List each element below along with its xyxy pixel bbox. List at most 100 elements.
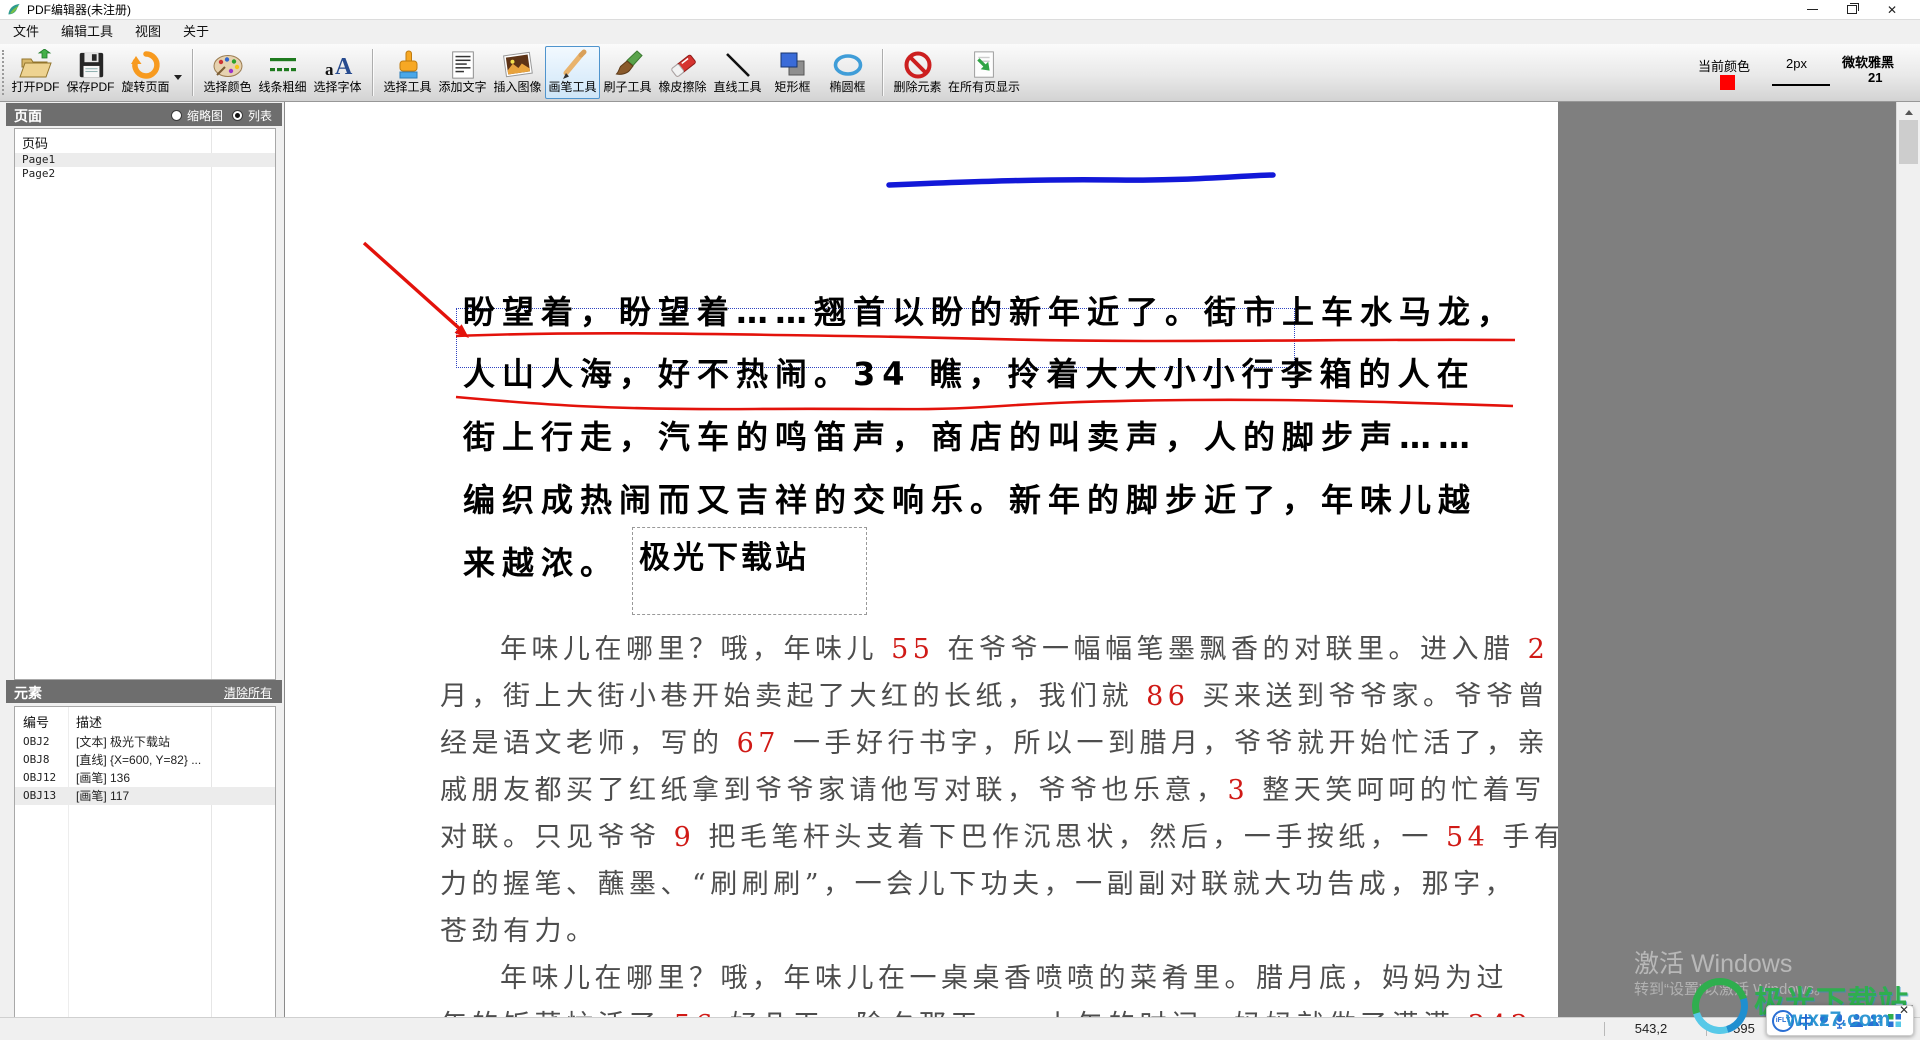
toolbar: 打开PDF保存PDF旋转页面选择颜色线条粗细aA选择字体选择工具添加文字插入图像… (0, 44, 1920, 102)
app-window: { "window": {"title": "PDF编辑器(未注册)"}, "m… (0, 0, 1920, 1040)
text-segment: 年味儿在哪里？哦，年味儿 (500, 634, 891, 665)
menu-item-2[interactable]: 视图 (124, 20, 172, 44)
blue-pen-stroke (889, 175, 1273, 185)
status-bar: 543,2 595 (0, 1017, 1920, 1040)
tool-insert-image[interactable]: 插入图像 (490, 46, 545, 99)
element-row[interactable]: OBJ12[画笔] 136 (15, 769, 275, 787)
element-id: OBJ2 (23, 733, 50, 751)
pages-list-divider (211, 129, 212, 679)
red-number: 67 (737, 728, 780, 759)
tool-line-tool[interactable]: 直线工具 (710, 46, 765, 99)
tool-choose-font[interactable]: aA选择字体 (310, 46, 365, 99)
toolbar-separator (192, 49, 193, 96)
elements-panel-header: 元素 清除所有 (6, 680, 282, 703)
tool-delete-element[interactable]: 删除元素 (890, 46, 945, 99)
element-row[interactable]: OBJ8[直线] {X=600, Y=82} ... (15, 751, 275, 769)
tool-rotate-page[interactable]: 旋转页面 (118, 46, 173, 99)
tool-eraser-tool[interactable]: 橡皮擦除 (655, 46, 710, 99)
element-description: [画笔] 117 (76, 787, 129, 805)
doc-serif-line: 苍劲有力。 (440, 909, 598, 948)
doc-serif-line: 经是语文老师，写的 67 一手好行书字，所以一到腊月，爷爷就开始忙活了，亲 (440, 721, 1549, 760)
tool-label: 选择颜色 (203, 81, 251, 94)
menu-bar: 文件编辑工具视图关于 (0, 20, 1920, 44)
line-width-preview (1772, 84, 1830, 86)
pages-view-radios: 缩略图 列表 (171, 107, 276, 124)
text-segment: 在爷爷一幅幅笔墨飘香的对联里。进入腊 (934, 634, 1527, 665)
elements-list: 编号 描述 OBJ2[文本] 极光下载站OBJ8[直线] {X=600, Y=8… (14, 706, 276, 1018)
menu-item-1[interactable]: 编辑工具 (50, 20, 124, 44)
tool-brush-tool[interactable]: 刷子工具 (600, 46, 655, 99)
doc-bold-line: 人山人海，好不热闹。34 瞧，拎着大大小小行李箱的人在 (463, 349, 1476, 395)
tool-label: 添加文字 (438, 81, 486, 94)
choose-color-icon (211, 48, 245, 81)
menu-item-3[interactable]: 关于 (172, 20, 220, 44)
clear-all-link[interactable]: 清除所有 (224, 684, 272, 701)
close-button[interactable]: ✕ (1872, 0, 1912, 19)
radio-thumbnail-view[interactable] (171, 110, 182, 121)
line-tool-icon (722, 48, 754, 81)
page-row[interactable]: Page1 (15, 153, 275, 167)
tool-rect-tool[interactable]: 矩形框 (765, 46, 820, 99)
window-title: PDF编辑器(未注册) (27, 1, 131, 18)
scroll-up-button[interactable] (1897, 102, 1920, 119)
toolbar-separator (372, 49, 373, 96)
text-segment: 力的握笔、蘸墨、“刷刷刷”，一会儿下功夫，一副副对联就大功告成，那字， (440, 869, 1516, 900)
tool-add-text[interactable]: 添加文字 (435, 46, 490, 99)
rotate-page-dropdown-arrow[interactable] (174, 75, 182, 84)
text-segment: 手有 (1489, 822, 1558, 853)
delete-element-icon (902, 48, 934, 81)
element-row[interactable]: OBJ13[画笔] 117 (15, 787, 275, 805)
pencil-tool-icon (557, 48, 589, 81)
menu-item-0[interactable]: 文件 (2, 20, 50, 44)
cursor-position: 543,2 (1618, 1021, 1684, 1036)
red-underline-2 (456, 397, 1513, 409)
open-pdf-icon (19, 48, 53, 81)
tool-save-pdf[interactable]: 保存PDF (63, 46, 118, 99)
watermark-close-icon[interactable]: ✕ (1899, 1003, 1909, 1017)
tool-label: 删除元素 (893, 81, 941, 94)
scrollbar-thumb[interactable] (1899, 120, 1918, 164)
tool-choose-color[interactable]: 选择颜色 (200, 46, 255, 99)
tool-label: 刷子工具 (603, 81, 651, 94)
elements-table-header: 编号 描述 (15, 712, 275, 730)
element-description: [直线] {X=600, Y=82} ... (76, 751, 201, 769)
doc-serif-line: 年味儿在哪里？哦，年味儿 55 在爷爷一幅幅笔墨飘香的对联里。进入腊 2 (500, 627, 1549, 666)
doc-bold-line: 来越浓。 (463, 538, 619, 584)
red-number: 86 (1146, 681, 1189, 712)
inserted-textbox[interactable]: 极光下载站 (632, 527, 867, 615)
arrow-up-icon (1905, 106, 1913, 115)
page-row[interactable]: Page2 (15, 167, 275, 181)
select-tool-icon (392, 48, 424, 81)
tool-line-width[interactable]: 线条粗细 (255, 46, 310, 99)
minimize-button[interactable] (1792, 0, 1832, 19)
tool-show-all-pages[interactable]: 在所有页显示 (945, 46, 1023, 99)
doc-serif-line: 力的握笔、蘸墨、“刷刷刷”，一会儿下功夫，一副副对联就大功告成，那字， (440, 862, 1516, 901)
ellipse-tool-icon (831, 48, 865, 81)
pages-rows: Page1Page2 (15, 153, 275, 181)
radio-label: 缩略图 (187, 107, 223, 124)
minimize-icon (1807, 9, 1818, 10)
toolbar-current-settings: 当前颜色 2px 微软雅黑 21 (1670, 44, 1920, 101)
tool-pencil-tool[interactable]: 画笔工具 (545, 46, 600, 99)
current-font-name: 微软雅黑 (1842, 52, 1894, 71)
restore-icon (1847, 5, 1857, 14)
activate-windows-title: 激活 Windows (1634, 944, 1792, 980)
text-segment: 年味儿在哪里？哦，年味儿在一桌桌香喷喷的菜肴里。腊月底，妈妈为过 (500, 963, 1508, 994)
text-segment: 把毛笔杆头支着下巴作沉思状，然后，一手按纸，一 (695, 822, 1446, 853)
status-separator (1604, 1022, 1605, 1036)
vertical-scrollbar[interactable] (1896, 102, 1920, 1018)
rect-tool-icon (777, 48, 809, 81)
tool-select-tool[interactable]: 选择工具 (380, 46, 435, 99)
tool-open-pdf[interactable]: 打开PDF (8, 46, 63, 99)
radio-label: 列表 (248, 107, 272, 124)
radio-list-view[interactable] (232, 110, 243, 121)
site-url-watermark: w.xz7.com (1786, 1008, 1890, 1032)
page-background-area: 激活 Windows 转到“设置”以激活 Windows。 (1558, 102, 1897, 1018)
restore-button[interactable] (1832, 0, 1872, 19)
choose-font-icon: aA (322, 48, 354, 81)
pdf-page[interactable]: 极光下载站 盼望着，盼望着……翘首以盼的新年近了。街市上车水马龙，人山人海，好不… (285, 102, 1558, 1018)
element-row[interactable]: OBJ2[文本] 极光下载站 (15, 733, 275, 751)
pages-panel-header: 页面 缩略图列表 (6, 103, 282, 126)
current-color-swatch[interactable] (1720, 75, 1735, 90)
tool-ellipse-tool[interactable]: 椭圆框 (820, 46, 875, 99)
